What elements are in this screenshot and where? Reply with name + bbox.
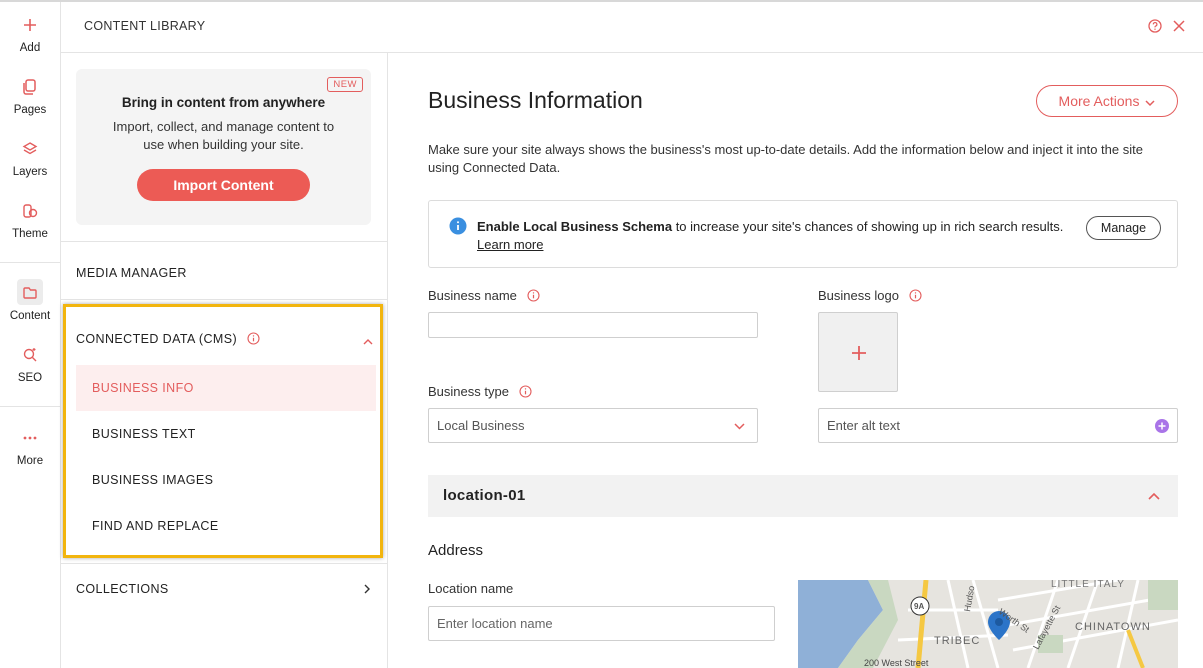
business-type-value: Local Business xyxy=(437,418,525,433)
header-title: CONTENT LIBRARY xyxy=(84,19,206,33)
promo-description: Import, collect, and manage content to u… xyxy=(112,119,335,152)
folder-icon xyxy=(23,287,37,299)
notice-text: Enable Local Business Schema to increase… xyxy=(477,217,1063,237)
more-dots-icon xyxy=(23,436,37,440)
info-icon[interactable] xyxy=(519,385,532,398)
map-chinatown-label: CHINATOWN xyxy=(1075,621,1151,633)
business-name-label: Business name xyxy=(428,288,517,303)
business-type-select[interactable]: Local Business xyxy=(428,408,758,443)
plus-icon xyxy=(24,19,36,31)
collections-link[interactable]: COLLECTIONS xyxy=(76,582,169,596)
learn-more-link[interactable]: Learn more xyxy=(477,237,543,252)
close-icon[interactable] xyxy=(1173,20,1185,32)
theme-icon xyxy=(23,204,38,218)
rail-item-theme[interactable]: Theme xyxy=(0,202,60,240)
new-badge: NEW xyxy=(327,77,363,92)
help-icon[interactable] xyxy=(1148,19,1162,33)
location-name-input[interactable]: Enter location name xyxy=(428,606,775,641)
info-icon[interactable] xyxy=(909,289,922,302)
chevron-down-icon xyxy=(734,423,745,430)
rail-label: Theme xyxy=(12,228,48,240)
rail-divider xyxy=(0,406,60,407)
rail-label: Layers xyxy=(12,166,48,178)
location-accordion[interactable]: location-01 xyxy=(428,475,1178,517)
notice-rest: to increase your site's chances of showi… xyxy=(672,219,1064,234)
highlight-annotation xyxy=(63,304,383,558)
page-title: Business Information xyxy=(428,87,643,113)
content-panel: NEW Bring in content from anywhere Impor… xyxy=(61,53,388,668)
rail-item-content[interactable]: Content xyxy=(0,284,60,322)
rail-label: More xyxy=(16,455,44,467)
ai-plus-icon[interactable] xyxy=(1155,419,1169,433)
more-actions-label: More Actions xyxy=(1058,93,1140,109)
promo-title: Bring in content from anywhere xyxy=(121,95,326,110)
panel-divider xyxy=(61,241,387,242)
info-icon[interactable] xyxy=(526,289,540,302)
chevron-down-icon xyxy=(1145,100,1155,107)
business-logo-label-row: Business logo xyxy=(818,288,922,303)
left-rail: Add Pages Layers Theme Content SEO More xyxy=(0,2,61,668)
pages-icon xyxy=(23,79,36,95)
import-promo-card: NEW Bring in content from anywhere Impor… xyxy=(76,69,371,225)
address-heading: Address xyxy=(428,542,484,559)
panel-divider xyxy=(61,563,387,564)
rail-item-layers[interactable]: Layers xyxy=(0,140,60,178)
chevron-right-icon[interactable] xyxy=(363,584,371,594)
manage-button[interactable]: Manage xyxy=(1086,216,1161,240)
rail-label: Add xyxy=(19,42,41,54)
location-name-label: Location name xyxy=(428,581,514,596)
map-street-label: 200 West Street xyxy=(864,658,929,668)
rail-label: Pages xyxy=(13,104,47,116)
more-actions-button[interactable]: More Actions xyxy=(1036,85,1178,117)
layers-icon xyxy=(22,142,38,155)
map-tribeca-label: TRIBEC xyxy=(934,635,980,647)
alt-text-input[interactable]: Enter alt text xyxy=(818,408,1178,443)
media-manager-link[interactable]: MEDIA MANAGER xyxy=(76,266,187,280)
intro-text: Make sure your site always shows the bus… xyxy=(428,142,1143,175)
business-name-input[interactable] xyxy=(428,312,758,338)
alt-text-placeholder: Enter alt text xyxy=(827,418,900,433)
location-map[interactable]: 9A LITTLE ITALY CHINATOWN TRIBEC 200 Wes… xyxy=(798,580,1178,668)
plus-icon xyxy=(852,346,866,360)
rail-item-seo[interactable]: SEO xyxy=(0,346,60,384)
notice-bold: Enable Local Business Schema xyxy=(477,219,673,234)
schema-notice: Enable Local Business Schema to increase… xyxy=(428,200,1178,268)
business-name-label-row: Business name xyxy=(428,288,540,303)
seo-icon xyxy=(23,348,37,362)
business-type-label: Business type xyxy=(428,384,509,399)
rail-divider xyxy=(0,262,60,263)
info-circle-icon xyxy=(449,217,467,235)
rail-label: Content xyxy=(9,310,51,322)
chevron-up-icon xyxy=(1148,492,1160,500)
map-little-italy-label: LITTLE ITALY xyxy=(1051,580,1125,590)
map-graphic: 9A LITTLE ITALY CHINATOWN TRIBEC 200 Wes… xyxy=(798,580,1178,668)
map-route-label: 9A xyxy=(914,602,924,611)
rail-label: SEO xyxy=(17,372,43,384)
import-content-button[interactable]: Import Content xyxy=(137,169,310,201)
business-logo-upload[interactable] xyxy=(818,312,898,392)
rail-item-pages[interactable]: Pages xyxy=(0,78,60,116)
content-library-header: CONTENT LIBRARY xyxy=(61,2,1203,53)
panel-divider xyxy=(61,299,387,300)
business-info-main: Business Information More Actions Make s… xyxy=(388,53,1203,668)
business-logo-label: Business logo xyxy=(818,288,899,303)
rail-item-add[interactable]: Add xyxy=(0,16,60,54)
business-type-label-row: Business type xyxy=(428,384,532,399)
location-title: location-01 xyxy=(443,487,526,504)
rail-item-more[interactable]: More xyxy=(0,429,60,467)
